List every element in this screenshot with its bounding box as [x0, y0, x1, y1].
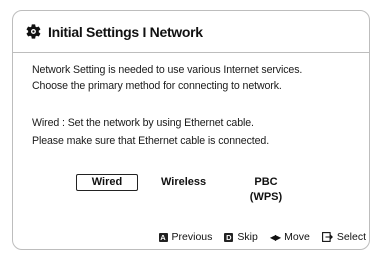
title-bar: Initial Settings I Network	[13, 11, 369, 53]
previous-hint[interactable]: A Previous	[158, 231, 213, 243]
message-line-4: Please make sure that Ethernet cable is …	[32, 135, 270, 147]
wireless-button[interactable]: Wireless	[150, 174, 214, 191]
pbc-wps-button[interactable]: PBC (WPS)	[226, 174, 306, 203]
move-label: Move	[284, 231, 310, 243]
a-key-icon: A	[158, 232, 168, 242]
skip-label: Skip	[237, 231, 258, 243]
move-hint: ◀▶ Move	[270, 231, 310, 243]
previous-label: Previous	[171, 231, 213, 243]
d-key-icon: D	[224, 232, 234, 242]
footer-hints: A Previous D Skip ◀▶ Move Select	[158, 231, 366, 243]
select-label: Select	[336, 231, 366, 243]
connection-options: Wired Wireless PBC (WPS)	[0, 174, 382, 203]
left-right-arrows-icon: ◀▶	[269, 232, 281, 242]
skip-hint[interactable]: D Skip	[224, 231, 258, 243]
wired-button[interactable]: Wired	[76, 174, 138, 191]
enter-icon	[321, 232, 333, 242]
message-line-1: Network Setting is needed to use various…	[32, 64, 303, 76]
message-line-2: Choose the primary method for connecting…	[32, 80, 282, 92]
select-hint[interactable]: Select	[321, 231, 366, 243]
message-line-3: Wired : Set the network by using Etherne…	[32, 117, 254, 129]
page-title: Initial Settings I Network	[48, 23, 203, 40]
gear-icon	[25, 23, 42, 40]
